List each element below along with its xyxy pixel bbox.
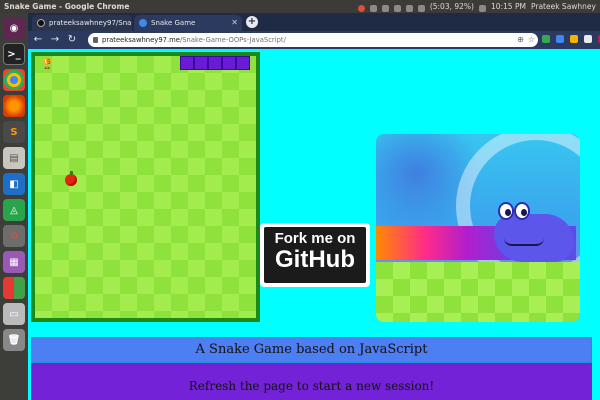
ubuntu-dash-icon[interactable]: ◉ [3,17,25,39]
snake-mouth [504,238,544,246]
lock-icon[interactable] [93,37,98,43]
snake-eye-icon [514,202,530,220]
dropbox-icon[interactable] [369,4,377,12]
drive-icon[interactable]: ▭ [3,303,25,325]
tab-snake-game[interactable]: Snake Game ✕ [134,15,242,31]
firefox-icon[interactable] [3,95,25,117]
url-host: prateeksawhney97.me [102,36,180,44]
volume-icon[interactable] [417,4,425,12]
mail-extension-icon[interactable] [584,35,592,43]
score-value: 5 [47,59,51,66]
page-content: 🏆 5 Fork me on GitHub A Snake Game based… [28,49,600,400]
zoom-icon[interactable]: ⊕ [517,33,524,47]
bluetooth-icon[interactable] [393,4,401,12]
file-cabinet-icon[interactable]: ▤ [3,147,25,169]
snake-eye-icon [498,202,514,220]
snake-segment [222,56,236,70]
snake-segment [180,56,194,70]
github-badge-line2: GitHub [275,246,355,273]
snake-segment [208,56,222,70]
url-path: /Snake-Game-OOPs-JavaScript/ [179,36,286,44]
snake-segment [236,56,250,70]
session-hint: Refresh the page to start a new session! [31,363,592,400]
bookmark-star-icon[interactable]: ☆ [528,33,535,47]
wifi-icon[interactable] [405,4,413,12]
snake-illustration [376,134,580,322]
globe-favicon-icon [139,19,147,27]
tab-label: prateeksawhney97/Snak [49,19,132,27]
user-menu[interactable]: Prateek Sawhney [531,0,596,13]
close-tab-icon[interactable]: ✕ [231,15,238,31]
grass-pattern [376,262,580,322]
keyboard-en-icon[interactable] [381,4,389,12]
sublime-text-icon[interactable]: S [3,121,25,143]
battery-status[interactable]: (5:03, 92%) [430,0,474,13]
back-arrow-icon[interactable]: ← [31,33,45,47]
do-not-disturb-icon[interactable] [357,4,365,12]
snake-segment [194,56,208,70]
tab-label: Snake Game [151,19,196,27]
system-top-bar: Snake Game - Google Chrome (5:03, 92%) 1… [0,0,600,13]
new-tab-button[interactable]: + [246,16,258,28]
fork-on-github-badge[interactable]: Fork me on GitHub [260,223,370,287]
office-app-icon[interactable] [3,277,25,299]
browser-toolbar: ← → ↻ prateeksawhney97.me/Snake-Game-OOP… [28,31,600,49]
game-board[interactable]: 🏆 5 [31,52,260,322]
terminal-icon[interactable]: >_ [3,43,25,65]
theme-tool-icon[interactable]: ▦ [3,251,25,273]
page-heading: A Snake Game based on JavaScript [31,337,592,363]
fox-extension-icon[interactable] [570,35,578,43]
system-tray: (5:03, 92%) 10:15 PM Prateek Sawhney [357,0,596,13]
tab-github[interactable]: prateeksawhney97/Snak [32,15,132,31]
forward-arrow-icon[interactable]: → [48,33,62,47]
snake [180,56,250,70]
vscode-icon[interactable]: ◧ [3,173,25,195]
github-favicon-icon [37,19,45,27]
reload-icon[interactable]: ↻ [65,33,79,47]
shield-extension-icon[interactable] [542,35,550,43]
extensions-area [542,34,600,43]
app-launcher: ◉ >_ S ▤ ◧ ◬ ⚙ ▦ ▭ 🗑 [0,13,28,400]
clock[interactable]: 10:15 PM [491,0,526,13]
bookmark-extension-icon[interactable] [556,35,564,43]
chrome-icon[interactable] [3,69,25,91]
github-badge-line1: Fork me on [274,230,356,247]
trash-icon[interactable]: 🗑 [3,329,25,351]
window-title: Snake Game - Google Chrome [4,2,130,11]
address-bar[interactable]: prateeksawhney97.me/Snake-Game-OOPs-Java… [88,33,538,47]
mail-icon[interactable] [478,4,486,12]
tab-strip: prateeksawhney97/Snak Snake Game ✕ + [28,13,600,31]
apple-food-icon [65,171,77,186]
android-studio-icon[interactable]: ◬ [3,199,25,221]
settings-gear-icon[interactable]: ⚙ [3,225,25,247]
